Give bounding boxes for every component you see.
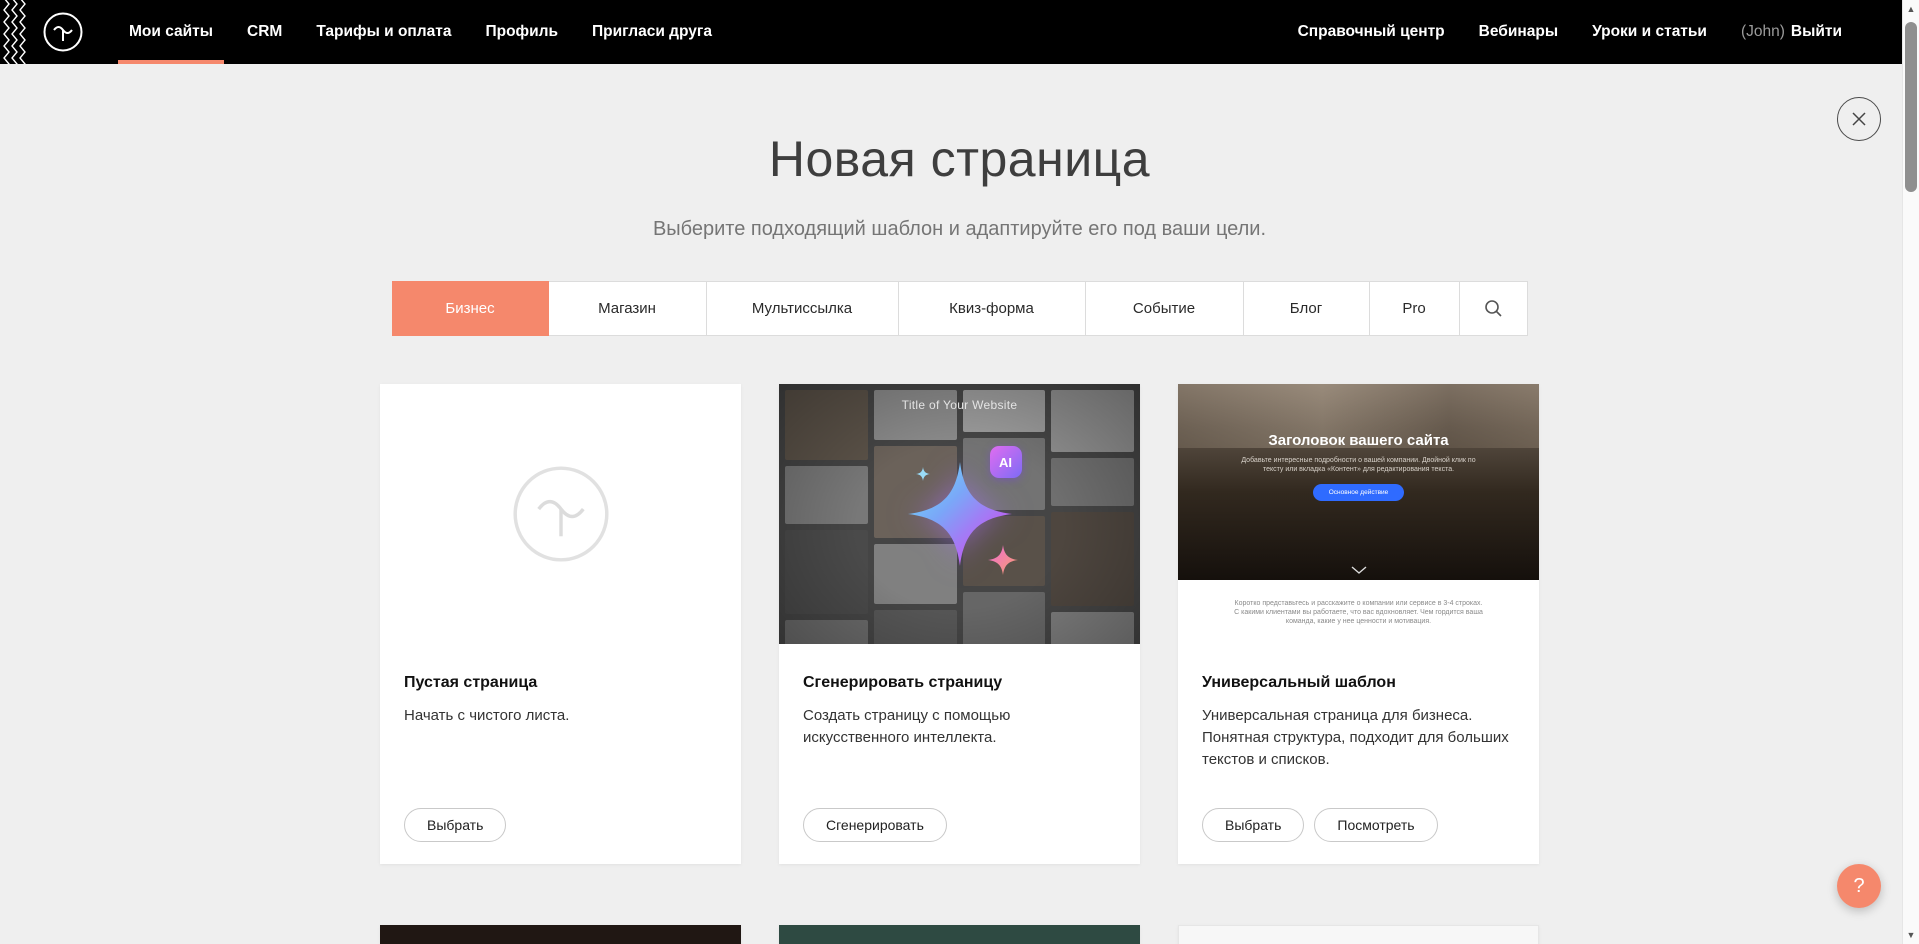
card-title: Пустая страница [404, 674, 717, 692]
close-button[interactable] [1837, 97, 1881, 141]
user-name: (John) [1741, 23, 1785, 41]
template-category-tabs: Бизнес Магазин Мультиссылка Квиз-форма С… [0, 281, 1919, 336]
nav-help-center[interactable]: Справочный центр [1281, 0, 1462, 64]
nav-lessons-label: Уроки и статьи [1592, 23, 1707, 41]
preview-body-text: Коротко представьтесь и расскажите о ком… [1233, 599, 1485, 626]
nav-webinars[interactable]: Вебинары [1462, 0, 1575, 64]
scroll-up-icon[interactable]: ▲ [1903, 1, 1919, 17]
close-icon [1851, 111, 1867, 127]
help-button[interactable]: ? [1837, 864, 1881, 908]
nav-webinars-label: Вебинары [1479, 23, 1558, 41]
chevron-down-icon [1351, 566, 1367, 574]
tab-search[interactable] [1459, 281, 1528, 336]
template-card-partial-1[interactable] [380, 925, 741, 944]
page-scrollbar[interactable]: ▲ ▼ [1902, 0, 1919, 944]
tab-store[interactable]: Магазин [548, 281, 707, 336]
nav-my-sites[interactable]: Мои сайты [112, 0, 230, 64]
preview-subtext: Добавьте интересные подробности о вашей … [1234, 456, 1484, 474]
collage-site-title: Title of Your Website [779, 398, 1140, 412]
page-subtitle: Выберите подходящий шаблон и адаптируйте… [0, 218, 1919, 241]
card-description: Начать с чистого листа. [404, 705, 717, 727]
card-body: Пустая страница Начать с чистого листа. [380, 644, 741, 727]
view-button[interactable]: Посмотреть [1314, 808, 1437, 842]
scroll-down-icon[interactable]: ▼ [1903, 927, 1919, 943]
main-nav: Мои сайты CRM Тарифы и оплата Профиль Пр… [112, 0, 729, 64]
preview-text-section: Коротко представьтесь и расскажите о ком… [1178, 580, 1539, 644]
tilda-watermark-icon [509, 462, 613, 566]
nav-profile[interactable]: Профиль [468, 0, 575, 64]
nav-tariffs[interactable]: Тарифы и оплата [299, 0, 468, 64]
card-description: Создать страницу с помощью искусственног… [803, 705, 1116, 749]
card-actions: Сгенерировать [803, 808, 947, 842]
template-card-blank[interactable]: Пустая страница Начать с чистого листа. … [380, 384, 741, 864]
tilda-logo[interactable] [42, 11, 84, 53]
ai-preview-collage: Title of Your Website [779, 384, 1140, 644]
ai-sparkle-tiny-icon [916, 467, 930, 481]
new-page-dialog: Новая страница Выберите подходящий шабло… [0, 130, 1919, 944]
logout-label: Выйти [1791, 23, 1842, 41]
tab-multilink[interactable]: Мультиссылка [706, 281, 899, 336]
nav-crm-label: CRM [247, 23, 282, 41]
universal-preview: Заголовок вашего сайта Добавьте интересн… [1178, 384, 1539, 644]
template-card-partial-2[interactable] [779, 925, 1140, 944]
template-card-ai-generate[interactable]: Title of Your Website [779, 384, 1140, 864]
top-navbar: Мои сайты CRM Тарифы и оплата Профиль Пр… [0, 0, 1919, 64]
nav-my-sites-label: Мои сайты [129, 23, 213, 41]
generate-button[interactable]: Сгенерировать [803, 808, 947, 842]
search-icon [1484, 299, 1503, 318]
card-body: Универсальный шаблон Универсальная стран… [1178, 644, 1539, 771]
template-cards-grid: Пустая страница Начать с чистого листа. … [380, 384, 1539, 944]
tab-blog[interactable]: Блог [1243, 281, 1370, 336]
preview-hero: Заголовок вашего сайта Добавьте интересн… [1178, 384, 1539, 580]
template-card-partial-3[interactable] [1178, 925, 1539, 944]
card-actions: Выбрать Посмотреть [1202, 808, 1438, 842]
nav-lessons[interactable]: Уроки и статьи [1575, 0, 1724, 64]
nav-profile-label: Профиль [485, 23, 558, 41]
tab-pro[interactable]: Pro [1369, 281, 1460, 336]
zigzag-pattern [0, 0, 30, 64]
nav-logout[interactable]: (John) Выйти [1724, 0, 1859, 64]
preview-heading: Заголовок вашего сайта [1178, 384, 1539, 449]
card-title: Сгенерировать страницу [803, 674, 1116, 692]
nav-help-center-label: Справочный центр [1298, 23, 1445, 41]
nav-invite-friend[interactable]: Пригласи друга [575, 0, 729, 64]
template-card-universal[interactable]: Заголовок вашего сайта Добавьте интересн… [1178, 384, 1539, 864]
tab-event[interactable]: Событие [1085, 281, 1244, 336]
card-body: Сгенерировать страницу Создать страницу … [779, 644, 1140, 749]
preview-cta-button: Основное действие [1313, 484, 1405, 501]
choose-button[interactable]: Выбрать [404, 808, 506, 842]
nav-tariffs-label: Тарифы и оплата [316, 23, 451, 41]
nav-invite-friend-label: Пригласи друга [592, 23, 712, 41]
secondary-nav: Справочный центр Вебинары Уроки и статьи… [1281, 0, 1859, 64]
card-title: Универсальный шаблон [1202, 674, 1515, 692]
blank-preview [380, 384, 741, 644]
ai-badge: AI [990, 446, 1022, 478]
card-actions: Выбрать [404, 808, 506, 842]
tab-business[interactable]: Бизнес [392, 281, 549, 336]
choose-button[interactable]: Выбрать [1202, 808, 1304, 842]
scrollbar-thumb[interactable] [1905, 22, 1917, 192]
card-description: Универсальная страница для бизнеса. Поня… [1202, 705, 1515, 771]
ai-sparkle-small-icon [988, 545, 1018, 575]
nav-crm[interactable]: CRM [230, 0, 299, 64]
tab-quiz-form[interactable]: Квиз-форма [898, 281, 1086, 336]
page-title: Новая страница [0, 130, 1919, 188]
